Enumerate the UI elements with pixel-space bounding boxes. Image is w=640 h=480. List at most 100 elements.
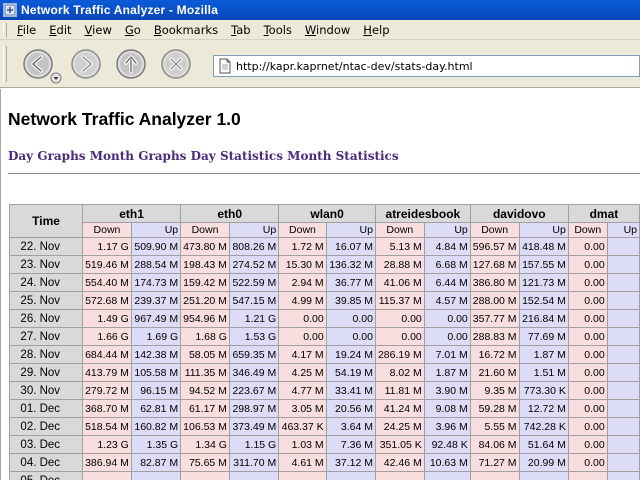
down-value-cell: 9.35 M	[469, 381, 520, 400]
window-title: Network Traffic Analyzer - Mozilla	[21, 3, 219, 17]
link-day-graphs[interactable]: Day Graphs	[8, 149, 86, 163]
url-input[interactable]	[236, 59, 636, 73]
down-value-cell: 1.23 G	[82, 435, 132, 454]
up-value-cell: 7.36 M	[325, 435, 376, 454]
down-value-cell: 0.00	[278, 309, 327, 328]
down-value-cell: 518.54 M	[82, 417, 132, 436]
up-value-cell: 96.15 M	[130, 381, 182, 400]
row-date: 22. Nov	[8, 237, 84, 256]
row-date: 24. Nov	[8, 273, 84, 292]
menu-tools[interactable]: Tools	[258, 23, 299, 37]
menu-help[interactable]: Help	[357, 23, 396, 37]
up-value-cell: 509.90 M	[130, 237, 182, 256]
up-value-cell: 239.37 M	[130, 291, 182, 310]
table-row: 24. Nov 554.40 M 174.73 M 159.42 M 522.59 M2…	[8, 273, 640, 292]
down-value-cell: 0.00	[567, 309, 608, 328]
down-value-cell: 0.00	[567, 291, 608, 310]
down-value-cell: 1.03 M	[278, 435, 327, 454]
menu-edit[interactable]: Edit	[43, 23, 78, 37]
down-value-cell: 279.72 M	[82, 381, 132, 400]
down-value-cell: 16.72 M	[469, 345, 520, 364]
down-value-cell: 0.00	[567, 417, 608, 436]
stats-body: 22. Nov 1.17 G 509.90 M 473.80 M 808.26 M 1.7…	[8, 237, 640, 480]
up-value-cell: 223.67 M	[228, 381, 280, 400]
menu-file[interactable]: File	[11, 23, 43, 37]
up-value-cell: 10.63 M	[423, 453, 471, 472]
link-day-statistics[interactable]: Day Statistics	[191, 149, 283, 163]
up-value-cell: 82.87 M	[130, 453, 182, 472]
down-value-cell: 106.53 M	[180, 417, 230, 436]
iface-header: davidovo	[469, 204, 569, 223]
up-value-cell: 1.53 G	[228, 327, 280, 346]
down-value-cell: 61.17 M	[180, 399, 230, 418]
down-header: Down	[278, 222, 327, 238]
down-value-cell: 0.00	[567, 345, 608, 364]
down-value-cell: 386.80 M	[469, 273, 520, 292]
iface-header: atreidesbook	[374, 204, 471, 223]
down-value-cell: 0.00	[567, 399, 608, 418]
down-value-cell	[278, 471, 327, 480]
down-header: Down	[469, 222, 520, 238]
up-value-cell: 288.54 M	[130, 255, 182, 274]
menu-tab[interactable]: Tab	[225, 23, 257, 37]
down-value-cell: 351.05 K	[374, 435, 425, 454]
up-value-cell: 773.30 K	[518, 381, 569, 400]
menu-bar: File Edit View Go Bookmarks Tab Tools Wi…	[0, 20, 640, 40]
down-value-cell: 24.25 M	[374, 417, 425, 436]
down-value-cell: 3.05 M	[278, 399, 327, 418]
up-value-cell: 9.08 M	[423, 399, 471, 418]
up-value-cell	[606, 399, 640, 418]
down-value-cell: 1.72 M	[278, 237, 327, 256]
up-value-cell: 20.56 M	[325, 399, 376, 418]
up-value-cell	[606, 327, 640, 346]
up-value-cell	[518, 471, 569, 480]
stop-button[interactable]	[160, 48, 192, 80]
down-value-cell: 41.24 M	[374, 399, 425, 418]
menu-go[interactable]: Go	[119, 23, 148, 37]
down-value-cell: 596.57 M	[469, 237, 520, 256]
down-value-cell: 58.05 M	[180, 345, 230, 364]
up-value-cell: 152.54 M	[518, 291, 569, 310]
down-value-cell: 198.43 M	[180, 255, 230, 274]
row-date: 23. Nov	[8, 255, 84, 274]
up-value-cell: 1.51 M	[518, 363, 569, 382]
row-date: 26. Nov	[8, 309, 84, 328]
row-date: 25. Nov	[8, 291, 84, 310]
reload-icon	[116, 49, 146, 79]
up-value-cell	[606, 471, 640, 480]
table-row: 05. Dec	[8, 471, 640, 480]
url-bar[interactable]	[213, 55, 640, 77]
direction-header-row: Down Up Down Up Down Up Down Up Down Up Down Up	[10, 222, 640, 238]
down-value-cell: 5.55 M	[469, 417, 520, 436]
forward-button[interactable]	[70, 48, 102, 80]
table-row: 29. Nov 413.79 M 105.58 M 111.35 M 346.49 M4…	[8, 363, 640, 382]
down-value-cell: 41.06 M	[374, 273, 425, 292]
up-value-cell: 174.73 M	[130, 273, 182, 292]
up-value-cell: 6.68 M	[423, 255, 471, 274]
window-titlebar: Network Traffic Analyzer - Mozilla	[0, 0, 640, 20]
down-value-cell: 368.70 M	[82, 399, 132, 418]
table-row: 03. Dec 1.23 G 1.35 G 1.34 G 1.15 G 1.03 M 7.3…	[8, 435, 640, 454]
up-value-cell: 20.99 M	[518, 453, 569, 472]
menu-window[interactable]: Window	[299, 23, 357, 37]
up-value-cell: 121.73 M	[518, 273, 569, 292]
down-value-cell: 159.42 M	[180, 273, 230, 292]
table-row: 22. Nov 1.17 G 509.90 M 473.80 M 808.26 M 1.7…	[8, 237, 640, 256]
up-value-cell	[606, 435, 640, 454]
reload-button[interactable]	[115, 48, 147, 80]
menu-bookmarks[interactable]: Bookmarks	[148, 23, 225, 37]
up-value-cell: 92.48 K	[423, 435, 471, 454]
up-value-cell: 311.70 M	[228, 453, 280, 472]
up-value-cell: 0.00	[423, 309, 471, 328]
down-value-cell: 71.27 M	[469, 453, 520, 472]
time-header: Time	[8, 204, 84, 238]
back-history-dropdown[interactable]	[50, 72, 62, 84]
up-value-cell: 1.35 G	[130, 435, 182, 454]
row-date: 30. Nov	[8, 381, 84, 400]
table-row: 27. Nov 1.66 G 1.69 G 1.68 G 1.53 G 0.00 0.00 0…	[8, 327, 640, 346]
menu-view[interactable]: View	[79, 23, 119, 37]
link-month-graphs[interactable]: Month Graphs	[90, 149, 187, 163]
up-value-cell: 1.87 M	[423, 363, 471, 382]
link-month-statistics[interactable]: Month Statistics	[287, 149, 398, 163]
down-value-cell: 0.00	[567, 363, 608, 382]
